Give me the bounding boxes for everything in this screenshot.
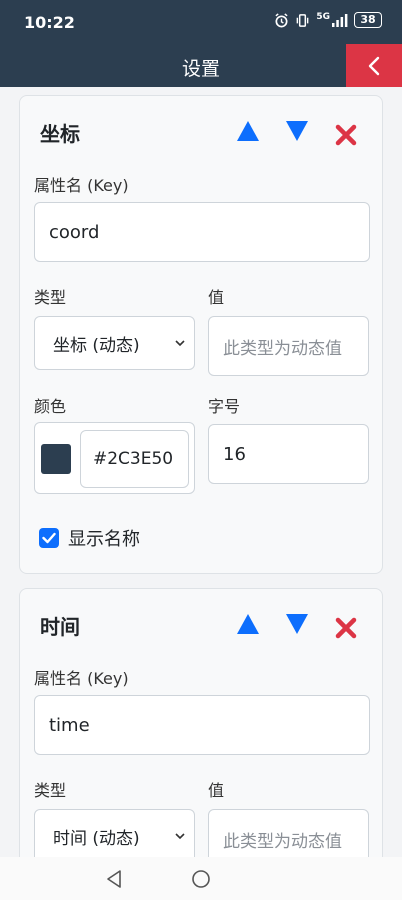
chevron-down-icon xyxy=(175,340,185,347)
key-input[interactable]: coord xyxy=(34,202,370,262)
type-label: 类型 xyxy=(34,288,67,307)
type-select[interactable]: 坐标 (动态) xyxy=(34,316,195,370)
status-bar: 10:22 5G 38 xyxy=(0,0,402,44)
vibrate-icon xyxy=(296,13,309,27)
font-size-label: 字号 xyxy=(208,397,241,416)
chevron-down-icon xyxy=(175,833,185,840)
value-label: 值 xyxy=(208,288,225,307)
value-input[interactable]: 此类型为动态值 xyxy=(208,809,369,857)
value-label: 值 xyxy=(208,781,225,800)
color-swatch[interactable] xyxy=(41,444,71,474)
settings-list[interactable]: 坐标 属性名 (Key) coord 类型 坐标 (动态) 值 此类型为动态值 … xyxy=(0,87,402,857)
app-bar: 设置 xyxy=(0,44,402,87)
battery-indicator: 38 xyxy=(354,12,382,28)
check-icon xyxy=(42,532,56,544)
nav-home-icon[interactable] xyxy=(191,869,211,889)
color-hex-input[interactable]: #2C3E50 xyxy=(80,430,189,488)
page-title: 设置 xyxy=(181,58,220,80)
delete-icon[interactable] xyxy=(334,123,358,147)
property-card-coord: 坐标 属性名 (Key) coord 类型 坐标 (动态) 值 此类型为动态值 … xyxy=(19,95,383,574)
move-up-icon[interactable] xyxy=(236,613,260,635)
key-input[interactable]: time xyxy=(34,695,370,755)
delete-icon[interactable] xyxy=(334,616,358,640)
status-time: 10:22 xyxy=(24,13,75,32)
nav-back-icon[interactable] xyxy=(105,869,123,889)
move-down-icon[interactable] xyxy=(285,120,309,142)
value-input[interactable]: 此类型为动态值 xyxy=(208,316,369,376)
back-button[interactable] xyxy=(346,44,402,87)
show-name-label[interactable]: 显示名称 xyxy=(68,525,140,551)
card-title: 坐标 xyxy=(40,122,80,146)
key-label: 属性名 (Key) xyxy=(34,669,129,688)
chevron-left-icon xyxy=(368,56,380,75)
move-up-icon[interactable] xyxy=(236,120,260,142)
font-size-input[interactable]: 16 xyxy=(208,424,369,484)
type-select-value: 坐标 (动态) xyxy=(53,335,140,356)
move-down-icon[interactable] xyxy=(285,613,309,635)
color-input-group: #2C3E50 xyxy=(34,422,195,494)
property-card-time: 时间 属性名 (Key) time 类型 时间 (动态) 值 此类型为动态值 xyxy=(19,588,383,857)
type-select[interactable]: 时间 (动态) xyxy=(34,809,195,857)
status-icons: 5G 38 xyxy=(274,12,382,28)
type-select-value: 时间 (动态) xyxy=(53,828,140,849)
system-nav-bar xyxy=(0,857,402,900)
color-label: 颜色 xyxy=(34,397,67,416)
key-label: 属性名 (Key) xyxy=(34,176,129,195)
alarm-icon xyxy=(275,12,288,27)
card-title: 时间 xyxy=(40,615,80,639)
show-name-checkbox[interactable] xyxy=(39,528,59,548)
network-type: 5G xyxy=(316,11,330,22)
type-label: 类型 xyxy=(34,781,67,800)
signal-icon xyxy=(332,13,348,27)
